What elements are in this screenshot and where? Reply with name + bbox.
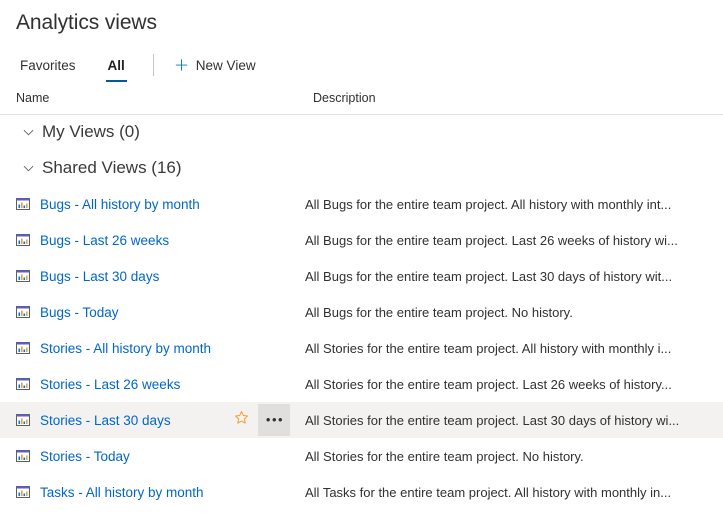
views-list: My Views (0) Shared Views (16) Bugs - Al… [0, 114, 723, 527]
group-title-my-views: My Views (0) [42, 122, 140, 141]
table-row[interactable]: Stories - Last 26 weeks All Stories for … [0, 366, 723, 402]
view-description: All Stories for the entire team project.… [305, 376, 672, 392]
analytics-view-icon [15, 340, 31, 356]
table-row[interactable]: Bugs - All history by month All Bugs for… [0, 186, 723, 222]
table-row[interactable]: Stories - Last 30 days ••• All Stories f… [0, 402, 723, 438]
view-name-link[interactable]: Bugs - Last 26 weeks [40, 233, 169, 248]
view-description: All Bugs for the entire team project. La… [305, 232, 678, 248]
view-description: All Stories for the entire team project.… [305, 340, 672, 356]
more-actions-icon: ••• [265, 412, 285, 427]
analytics-view-icon [15, 268, 31, 284]
row-actions: ••• [228, 402, 290, 438]
group-header-my-views[interactable]: My Views (0) [0, 114, 723, 150]
favorite-button[interactable] [228, 404, 254, 436]
view-name-link[interactable]: Stories - Today [40, 449, 130, 464]
tab-all[interactable]: All [98, 48, 135, 82]
view-description: All Tasks for the entire team project. A… [305, 484, 672, 500]
table-row[interactable]: Bugs - Last 30 days All Bugs for the ent… [0, 258, 723, 294]
view-name-link[interactable]: Stories - Last 30 days [40, 413, 171, 428]
plus-icon [174, 57, 190, 73]
group-header-shared-views[interactable]: Shared Views (16) [0, 150, 723, 186]
more-actions-button[interactable]: ••• [258, 404, 290, 436]
group-title-shared-views: Shared Views (16) [42, 158, 182, 177]
view-name-link[interactable]: Tasks - All history by month [40, 485, 204, 500]
view-description: All Bugs for the entire team project. Al… [305, 196, 672, 212]
column-header-description[interactable]: Description [313, 91, 376, 105]
column-header-row: Name Description [0, 88, 723, 115]
view-description: All Bugs for the entire team project. La… [305, 268, 673, 284]
tab-favorites-label: Favorites [20, 57, 76, 73]
view-name-link[interactable]: Stories - All history by month [40, 341, 211, 356]
table-row[interactable]: Bugs - Last 26 weeks All Bugs for the en… [0, 222, 723, 258]
chevron-down-icon [20, 160, 36, 176]
analytics-view-icon [15, 376, 31, 392]
tab-all-label: All [107, 57, 125, 73]
column-header-name[interactable]: Name [16, 91, 49, 105]
pivot-tabs: Favorites All [0, 48, 141, 82]
toolbar-divider [152, 54, 154, 76]
view-name-link[interactable]: Bugs - Today [40, 305, 119, 320]
analytics-view-icon [15, 448, 31, 464]
analytics-view-icon [15, 484, 31, 500]
analytics-view-icon [15, 412, 31, 428]
star-outline-icon [234, 410, 249, 430]
view-name-link[interactable]: Bugs - Last 30 days [40, 269, 159, 284]
table-row[interactable]: Stories - All history by month All Stori… [0, 330, 723, 366]
new-view-button[interactable]: New View [166, 48, 264, 82]
view-description: All Stories for the entire team project.… [305, 412, 680, 428]
table-row[interactable]: Tasks - All history by month All Tasks f… [0, 474, 723, 510]
view-description: All Stories for the entire team project.… [305, 448, 584, 464]
table-row[interactable]: Stories - Today All Stories for the enti… [0, 438, 723, 474]
chevron-down-icon [20, 124, 36, 140]
toolbar: Favorites All New View [0, 48, 723, 82]
analytics-view-icon [15, 196, 31, 212]
view-name-link[interactable]: Stories - Last 26 weeks [40, 377, 180, 392]
view-description: All Bugs for the entire team project. No… [305, 304, 573, 320]
analytics-views-page: Analytics views Favorites All New View N… [0, 0, 723, 527]
view-name-link[interactable]: Bugs - All history by month [40, 197, 200, 212]
tab-favorites[interactable]: Favorites [10, 48, 86, 82]
page-title: Analytics views [16, 11, 157, 34]
new-view-label: New View [195, 57, 256, 73]
table-row[interactable]: Bugs - Today All Bugs for the entire tea… [0, 294, 723, 330]
analytics-view-icon [15, 304, 31, 320]
analytics-view-icon [15, 232, 31, 248]
